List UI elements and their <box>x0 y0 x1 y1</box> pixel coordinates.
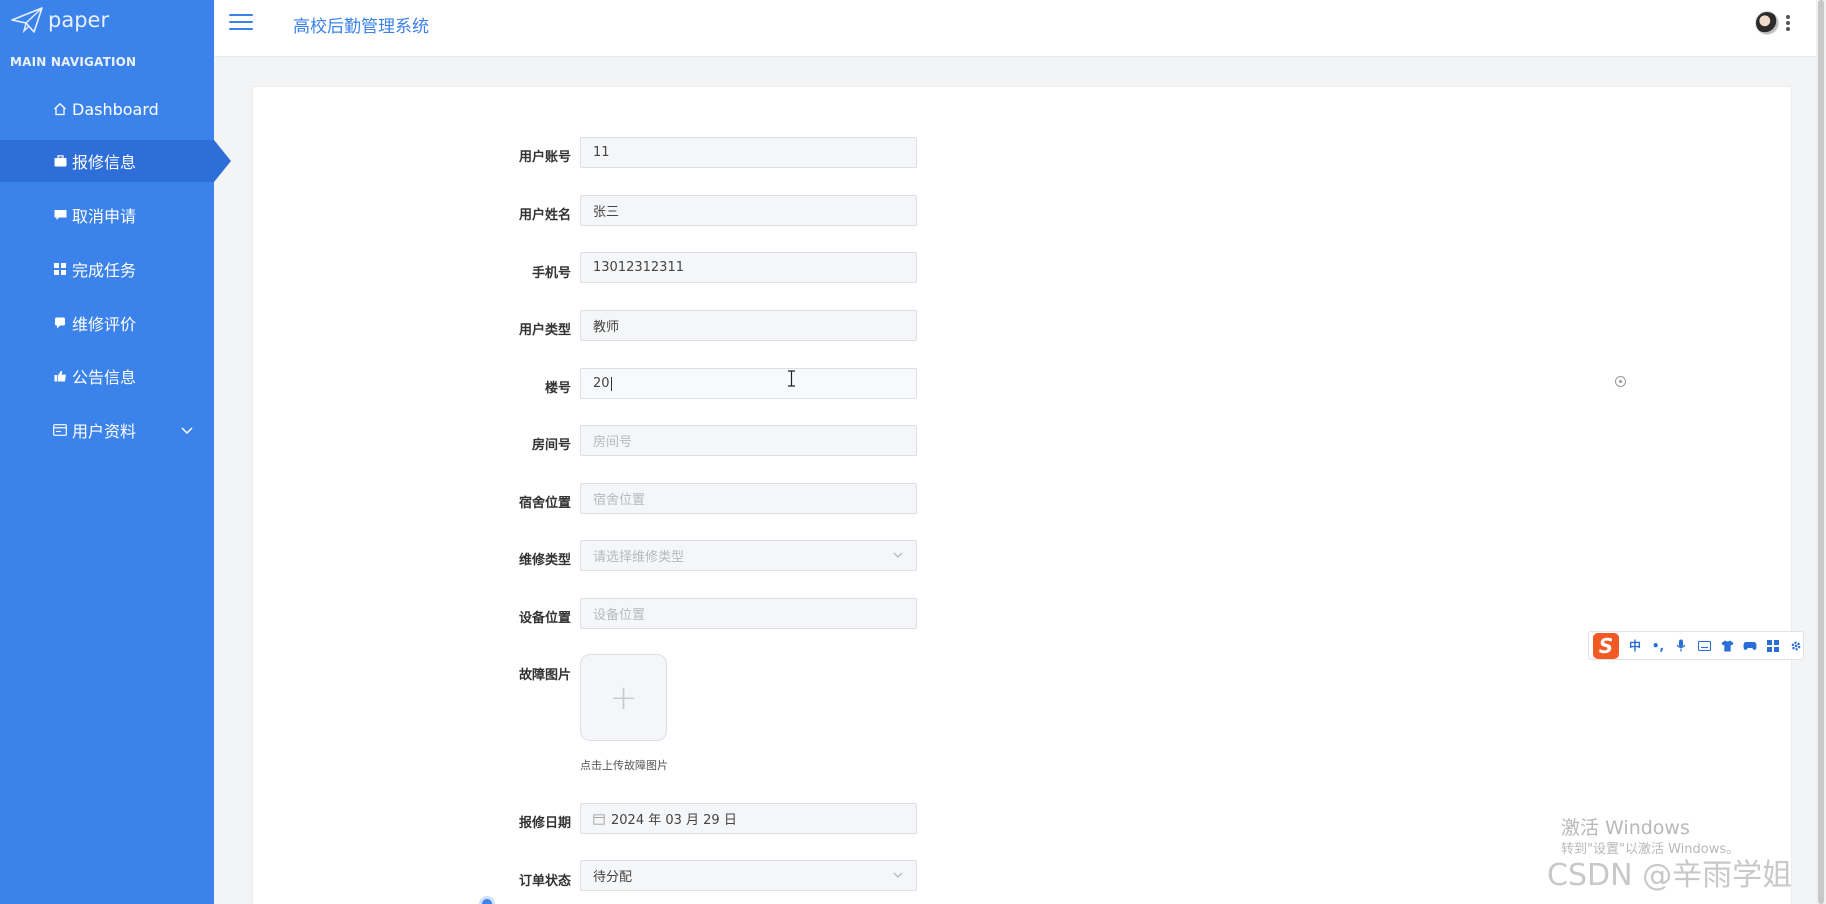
ime-mode-toggle[interactable]: 中 <box>1628 639 1642 653</box>
keyboard-icon[interactable] <box>1697 639 1711 653</box>
repair-type-select[interactable]: 请选择维修类型 <box>580 540 917 571</box>
text-cursor <box>610 376 612 391</box>
dorm-location-field[interactable]: 宿舍位置 <box>580 483 917 514</box>
gamepad-icon[interactable] <box>1743 639 1757 653</box>
sidebar-item-label: 维修评价 <box>72 315 137 334</box>
top-header: 高校后勤管理系统 <box>214 0 1826 57</box>
menu-toggle-icon[interactable] <box>229 14 253 32</box>
field-label: 手机号 <box>531 266 571 281</box>
comment-icon <box>53 208 67 222</box>
ibeam-cursor-icon <box>787 370 796 391</box>
field-label: 用户账号 <box>518 150 571 165</box>
profile-icon <box>53 423 67 437</box>
field-label: 用户类型 <box>518 323 571 338</box>
repair-date-field[interactable]: 2024 年 03 月 29 日 <box>580 803 917 834</box>
scrollbar-thumb[interactable] <box>1818 0 1824 904</box>
plus-icon: + <box>609 677 638 718</box>
upload-hint: 点击上传故障图片 <box>580 759 668 772</box>
csdn-watermark: CSDN @辛雨学姐 <box>1547 858 1793 893</box>
sidebar-item-repair-info[interactable]: 报修信息 <box>0 140 214 182</box>
system-title: 高校后勤管理系统 <box>293 17 429 37</box>
ime-toolbar: S 中 •, <box>1588 631 1804 660</box>
thumbs-up-icon <box>53 369 67 383</box>
logo[interactable]: paper <box>10 4 109 36</box>
chat-icon <box>53 316 67 330</box>
punctuation-toggle[interactable]: •, <box>1651 639 1665 653</box>
clear-icon[interactable] <box>1615 376 1626 387</box>
sidebar-item-completed-tasks[interactable]: 完成任务 <box>0 248 214 290</box>
sogou-logo-icon[interactable]: S <box>1593 632 1619 659</box>
field-value: 张三 <box>593 205 620 220</box>
building-number-field[interactable]: 20 <box>580 368 917 399</box>
more-options-icon[interactable] <box>1786 15 1790 31</box>
field-label: 故障图片 <box>518 668 571 683</box>
sidebar-item-label: Dashboard <box>72 99 159 119</box>
sidebar: paper MAIN NAVIGATION Dashboard 报修信息 取消申… <box>0 0 214 904</box>
field-label: 维修类型 <box>518 553 571 568</box>
field-value: 待分配 <box>593 870 633 885</box>
field-value: 2024 年 03 月 29 日 <box>611 813 737 828</box>
sidebar-item-label: 取消申请 <box>72 207 137 226</box>
avatar[interactable] <box>1755 11 1779 35</box>
field-placeholder: 宿舍位置 <box>593 493 646 508</box>
microphone-icon[interactable] <box>1674 639 1688 653</box>
chevron-down-icon <box>892 549 904 565</box>
field-value: 教师 <box>593 320 620 335</box>
logo-text: paper <box>48 8 110 32</box>
field-label: 用户姓名 <box>518 208 571 223</box>
nav-section-title: MAIN NAVIGATION <box>10 55 137 69</box>
field-placeholder: 房间号 <box>593 435 633 450</box>
settings-gear-icon[interactable] <box>1789 639 1803 653</box>
field-label: 楼号 <box>544 381 571 396</box>
sidebar-item-label: 用户资料 <box>72 422 137 441</box>
paper-plane-icon <box>11 7 43 34</box>
page-scrollbar[interactable] <box>1816 0 1826 904</box>
home-icon <box>53 102 67 116</box>
order-status-select[interactable]: 待分配 <box>580 860 917 891</box>
windows-activation-title: 激活 Windows <box>1561 817 1690 839</box>
sidebar-item-label: 完成任务 <box>72 261 137 280</box>
sidebar-item-user-profile[interactable]: 用户资料 <box>0 409 214 451</box>
room-number-field[interactable]: 房间号 <box>580 425 917 456</box>
sidebar-item-dashboard[interactable]: Dashboard <box>0 88 214 130</box>
phone-field[interactable]: 13012312311 <box>580 252 917 283</box>
chevron-down-icon[interactable] <box>180 422 194 441</box>
chevron-down-icon <box>892 869 904 885</box>
field-value: 13012312311 <box>593 260 684 275</box>
field-placeholder: 设备位置 <box>593 608 646 623</box>
field-label: 房间号 <box>531 438 571 453</box>
field-placeholder: 请选择维修类型 <box>593 550 685 565</box>
account-field[interactable]: 11 <box>580 137 917 168</box>
sidebar-item-label: 报修信息 <box>72 153 137 172</box>
device-location-field[interactable]: 设备位置 <box>580 598 917 629</box>
fault-image-upload[interactable]: + <box>580 654 667 741</box>
field-label: 订单状态 <box>518 874 571 889</box>
sidebar-item-cancel-request[interactable]: 取消申请 <box>0 194 214 236</box>
apps-grid-icon[interactable] <box>1766 639 1780 653</box>
field-label: 设备位置 <box>518 611 571 626</box>
sidebar-item-repair-review[interactable]: 维修评价 <box>0 302 214 344</box>
calendar-icon <box>593 813 605 825</box>
field-label: 报修日期 <box>518 816 571 831</box>
field-value: 11 <box>593 145 610 160</box>
sidebar-item-announcements[interactable]: 公告信息 <box>0 355 214 397</box>
user-type-field[interactable]: 教师 <box>580 310 917 341</box>
field-label: 宿舍位置 <box>518 496 571 511</box>
sidebar-item-label: 公告信息 <box>72 368 137 387</box>
skin-shirt-icon[interactable] <box>1720 639 1734 653</box>
grid-icon <box>53 262 67 276</box>
briefcase-icon <box>53 154 67 168</box>
field-value: 20 <box>593 376 610 391</box>
name-field[interactable]: 张三 <box>580 195 917 226</box>
